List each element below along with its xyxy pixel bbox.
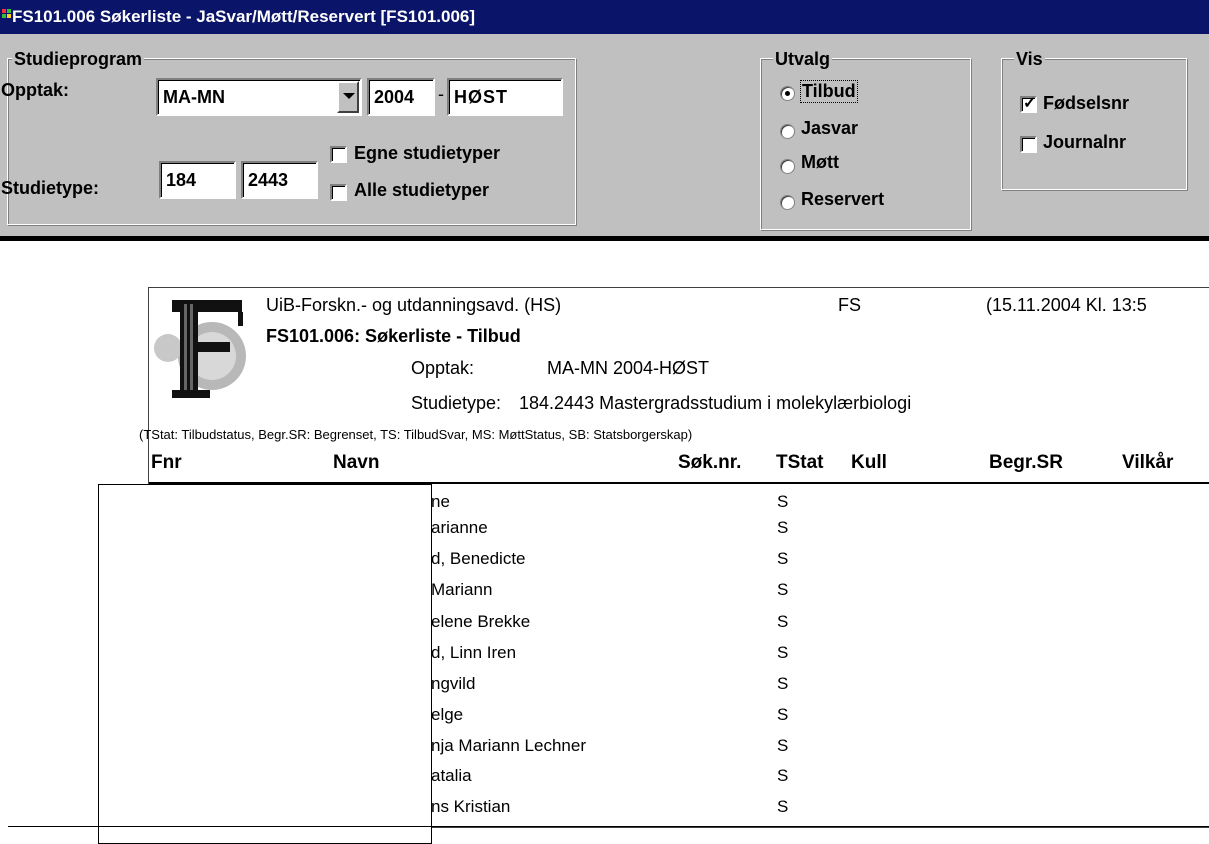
row-name: ns Kristian (431, 797, 511, 816)
fodselsnr-label[interactable]: Fødselsnr (1043, 93, 1129, 114)
chevron-down-icon[interactable] (337, 81, 359, 113)
radio-reservert[interactable] (780, 195, 795, 210)
row-tstat: S (777, 705, 789, 724)
window-titlebar: FS101.006 Søkerliste - JaSvar/Møtt/Reser… (0, 0, 1209, 34)
col-tstat: TStat (776, 452, 824, 473)
report-studietype-value: 184.2443 Mastergradsstudium i molekylærb… (519, 393, 912, 413)
radio-jasvar-label[interactable]: Jasvar (801, 118, 858, 139)
opptak-select[interactable]: MA-MN (156, 78, 362, 116)
row-name: atalia (431, 766, 472, 785)
report-system: FS (838, 295, 862, 315)
report-opptak-label: Opptak: (411, 358, 475, 378)
term-input[interactable]: HØST (447, 78, 563, 116)
row-name: elge (431, 705, 464, 724)
radio-mott[interactable] (780, 159, 795, 174)
row-tstat: S (777, 766, 789, 785)
row-tstat: S (777, 492, 789, 511)
row-name: d, Benedicte (431, 549, 526, 568)
row-name: nja Mariann Lechner (431, 736, 586, 755)
col-vilkar: Vilkår (1122, 452, 1174, 473)
row-tstat: S (777, 580, 789, 599)
journalnr-checkbox[interactable] (1020, 136, 1037, 153)
fodselsnr-checkbox[interactable]: ✓ (1020, 95, 1037, 113)
col-begr: Begr.SR (989, 452, 1063, 473)
studietype-label: Studietype: (1, 178, 100, 198)
studieprogram-legend: Studieprogram (12, 49, 145, 69)
col-soknr: Søk.nr. (678, 452, 742, 473)
year-term-dash: - (438, 84, 444, 104)
parameter-panel: Studieprogram Opptak: MA-MN 2004 - HØST … (0, 34, 1209, 236)
row-tstat: S (777, 549, 789, 568)
col-kull: Kull (851, 452, 887, 473)
egne-studietyper-checkbox[interactable] (330, 146, 347, 163)
alle-studietyper-checkbox[interactable] (330, 184, 347, 201)
row-name: arianne (431, 518, 488, 537)
report-legend-note: (TStat: Tilbudstatus, Begr.SR: Begrenset… (139, 427, 693, 442)
row-tstat: S (777, 736, 789, 755)
year-input[interactable]: 2004 (367, 78, 435, 116)
alle-studietyper-label[interactable]: Alle studietyper (354, 180, 489, 201)
row-tstat: S (777, 643, 789, 662)
opptak-label: Opptak: (1, 80, 70, 100)
radio-mott-label[interactable]: Møtt (801, 152, 839, 173)
radio-selected-dot (785, 91, 790, 96)
col-navn: Navn (333, 452, 380, 473)
row-tstat: S (777, 797, 789, 816)
utvalg-legend: Utvalg (773, 49, 833, 69)
row-name: ne (431, 492, 450, 511)
radio-tilbud[interactable] (780, 86, 795, 101)
report-opptak-value: MA-MN 2004-HØST (547, 358, 710, 378)
report-studietype-label: Studietype: (411, 393, 502, 413)
studietype-input-2[interactable]: 2443 (241, 161, 318, 199)
report-bottom-rule (8, 826, 1209, 827)
row-name: elene Brekke (431, 612, 531, 631)
row-name: ngvild (431, 674, 476, 693)
window-title: FS101.006 Søkerliste - JaSvar/Møtt/Reser… (12, 7, 476, 26)
redaction-box (98, 484, 432, 844)
report-datetime: (15.11.2004 Kl. 13:5 (986, 295, 1147, 315)
row-name: d, Linn Iren (431, 643, 517, 662)
vis-legend: Vis (1014, 49, 1045, 69)
radio-jasvar[interactable] (780, 124, 795, 139)
journalnr-label[interactable]: Journalnr (1043, 132, 1126, 153)
checkmark-icon: ✓ (1023, 95, 1037, 112)
row-name: Mariann (431, 580, 493, 599)
report-institution: UiB-Forskn.- og utdanningsavd. (HS) (266, 295, 562, 315)
row-tstat: S (777, 612, 789, 631)
col-fnr: Fnr (151, 452, 182, 473)
panel-divider (0, 236, 1209, 241)
row-tstat: S (777, 674, 789, 693)
report-title: FS101.006: Søkerliste - Tilbud (266, 326, 521, 346)
row-tstat: S (777, 518, 789, 537)
radio-tilbud-label[interactable]: Tilbud (800, 80, 858, 103)
app-icon (2, 9, 12, 23)
fs-logo-icon (154, 300, 246, 398)
radio-reservert-label[interactable]: Reservert (801, 189, 884, 210)
vis-group: Vis (1001, 49, 1187, 190)
studietype-input-1[interactable]: 184 (159, 161, 236, 199)
egne-studietyper-label[interactable]: Egne studietyper (354, 143, 500, 164)
opptak-select-value: MA-MN (163, 87, 225, 107)
